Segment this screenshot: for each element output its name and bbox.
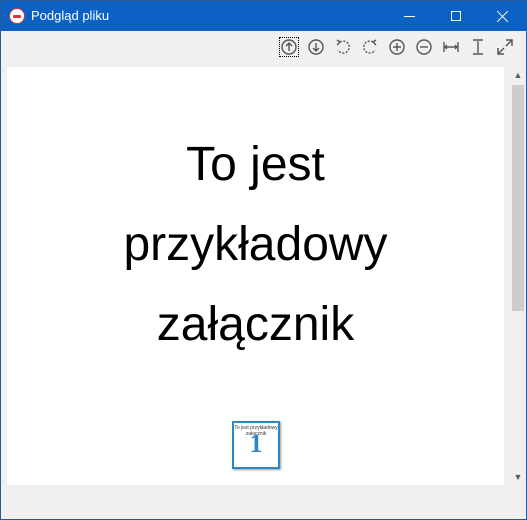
document-line: załącznik bbox=[156, 298, 355, 351]
rotate-right-icon bbox=[363, 39, 377, 54]
minimize-button[interactable] bbox=[387, 1, 433, 31]
zoom-in-icon bbox=[389, 39, 405, 55]
document-page: To jest przykładowy załącznik bbox=[7, 125, 504, 365]
thumbnail-page-number: 1 bbox=[249, 429, 263, 458]
rotate-left-button[interactable] bbox=[333, 37, 353, 57]
scroll-down-icon[interactable]: ▼ bbox=[510, 469, 526, 485]
document-line: To jest bbox=[186, 138, 325, 191]
minimize-icon bbox=[404, 16, 415, 17]
title-bar[interactable]: Podgląd pliku bbox=[1, 1, 526, 31]
expand-icon bbox=[497, 39, 513, 55]
scrollbar-thumb[interactable] bbox=[512, 85, 524, 311]
document-viewer[interactable]: To jest przykładowy załącznik To jest pr… bbox=[7, 67, 504, 485]
window-title: Podgląd pliku bbox=[31, 8, 110, 23]
close-button[interactable] bbox=[479, 1, 525, 31]
scroll-up-icon[interactable]: ▲ bbox=[510, 67, 526, 83]
toolbar bbox=[1, 31, 526, 65]
arrow-up-circle-icon bbox=[281, 39, 297, 55]
rotate-right-button[interactable] bbox=[360, 37, 380, 57]
fit-height-button[interactable] bbox=[468, 37, 488, 57]
fit-width-button[interactable] bbox=[441, 37, 461, 57]
page-thumbnail[interactable]: To jest przykładowy załącznik 1 bbox=[232, 421, 280, 469]
zoom-out-button[interactable] bbox=[414, 37, 434, 57]
vertical-scrollbar[interactable]: ▲ ▼ bbox=[510, 67, 526, 485]
maximize-icon bbox=[451, 11, 461, 21]
zoom-out-icon bbox=[416, 39, 432, 55]
fit-height-icon bbox=[473, 39, 483, 55]
document-line: przykładowy bbox=[123, 218, 388, 271]
close-icon bbox=[496, 9, 508, 23]
fullscreen-button[interactable] bbox=[495, 37, 515, 57]
status-area bbox=[7, 487, 504, 519]
arrow-down-circle-icon bbox=[308, 39, 324, 55]
fit-width-icon bbox=[443, 42, 459, 52]
zoom-in-button[interactable] bbox=[387, 37, 407, 57]
app-logo-icon bbox=[9, 8, 25, 24]
preview-window: Podgląd pliku To jest przykładowy załącz… bbox=[0, 0, 527, 520]
page-up-button[interactable] bbox=[279, 37, 299, 57]
page-down-button[interactable] bbox=[306, 37, 326, 57]
rotate-left-icon bbox=[336, 39, 350, 54]
maximize-button[interactable] bbox=[433, 1, 479, 31]
